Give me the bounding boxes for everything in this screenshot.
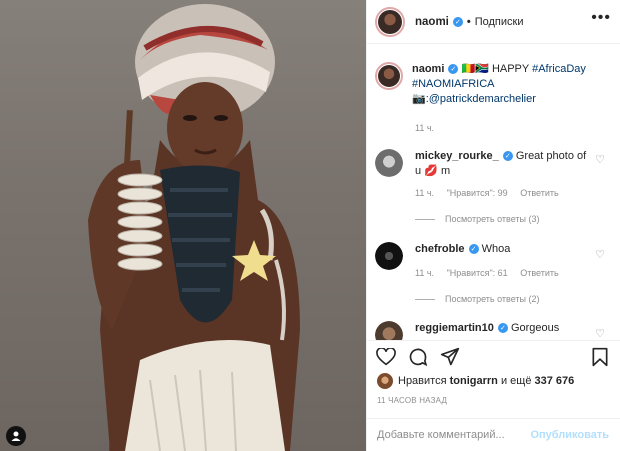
following-button[interactable]: Подписки (475, 16, 524, 28)
comment-meta: 11 ч. "Нравится": 61 Ответить (415, 268, 569, 278)
comment-item: chefroble ✓ Whoa (375, 242, 595, 270)
caption-time: 11 ч. (415, 123, 435, 133)
comment-like-count[interactable]: "Нравится": 99 (447, 188, 508, 198)
view-replies-button[interactable]: Посмотреть ответы (3) (415, 214, 540, 224)
more-options-icon[interactable]: ••• (591, 10, 611, 26)
likes-summary[interactable]: Нравится tonigarrn и ещё 337 676 (377, 373, 574, 389)
comment-item: mickey_rourke_ ✓ Great photo of u 💋 m (375, 149, 595, 179)
camera-emoji: 📷 (412, 93, 426, 105)
add-comment-bar: Опубликовать (367, 418, 620, 451)
comment-time: 11 ч. (415, 188, 435, 198)
post-timestamp[interactable]: 11 ЧАСОВ НАЗАД (377, 396, 447, 405)
likes-count[interactable]: 337 676 (535, 375, 575, 387)
author-avatar[interactable] (375, 6, 405, 37)
comment-text-end: m (440, 165, 451, 177)
commenter-avatar[interactable] (375, 149, 403, 177)
like-heart-icon[interactable] (375, 346, 397, 368)
post-header: naomi ✓ • Подписки ••• (367, 0, 620, 44)
hashtag-naomiafrica[interactable]: #NAOMIAFRICA (412, 78, 495, 90)
like-comment-icon[interactable]: ♡ (595, 153, 605, 166)
photographer-mention[interactable]: :@patrickdemarchelier (426, 93, 536, 105)
post-photo[interactable] (0, 0, 366, 451)
photo-illustration (88, 4, 300, 451)
comment-meta: 11 ч. "Нравится": 99 Ответить (415, 188, 569, 198)
verified-icon: ✓ (452, 16, 463, 27)
comments-list[interactable]: naomi ✓ 🇲🇱🇿🇦 HAPPY #AfricaDay #NAOMIAFRIC… (367, 45, 620, 340)
comment-like-count[interactable]: "Нравится": 61 (447, 268, 508, 278)
verified-icon: ✓ (448, 64, 459, 75)
author-username[interactable]: naomi (415, 16, 449, 28)
commenter-avatar[interactable] (375, 242, 403, 270)
liker-username[interactable]: tonigarrn (450, 375, 498, 387)
post-sidebar: naomi ✓ • Подписки ••• naomi ✓ 🇲🇱🇿🇦 HAPPY… (366, 0, 620, 451)
like-comment-icon[interactable]: ♡ (595, 327, 605, 340)
likes-suffix: и ещё (500, 375, 532, 387)
verified-icon: ✓ (497, 323, 508, 334)
separator-dot: • (466, 15, 471, 28)
lips-emoji: 💋 (424, 165, 438, 177)
reply-button[interactable]: Ответить (520, 268, 558, 278)
like-comment-icon[interactable]: ♡ (595, 248, 605, 261)
publish-button[interactable]: Опубликовать (530, 429, 609, 441)
save-bookmark-icon[interactable] (589, 346, 611, 368)
liker-avatar (377, 373, 393, 389)
reply-button[interactable]: Ответить (520, 188, 558, 198)
verified-icon: ✓ (502, 151, 513, 162)
comment-text: Whoa (481, 243, 511, 255)
action-bar (367, 340, 620, 372)
comment-time: 11 ч. (415, 268, 435, 278)
commenter-avatar[interactable] (375, 321, 403, 340)
share-icon[interactable] (439, 346, 461, 368)
comment-text: Gorgeous (510, 322, 560, 334)
view-replies-button[interactable]: Посмотреть ответы (2) (415, 294, 540, 304)
tagged-user-icon[interactable] (6, 426, 26, 446)
comment-item: reggiemartin10 ✓ Gorgeous (375, 321, 595, 340)
caption-avatar[interactable] (375, 62, 403, 90)
hashtag-africaday[interactable]: #AfricaDay (532, 63, 586, 75)
caption-flags-emoji: 🇲🇱🇿🇦 (461, 63, 489, 75)
caption-text: HAPPY (491, 63, 530, 75)
caption: naomi ✓ 🇲🇱🇿🇦 HAPPY #AfricaDay #NAOMIAFRIC… (375, 62, 592, 107)
comment-username[interactable]: reggiemartin10 (415, 322, 494, 334)
caption-username[interactable]: naomi (412, 63, 444, 75)
likes-prefix: Нравится (398, 375, 447, 387)
verified-icon: ✓ (468, 244, 479, 255)
comment-username[interactable]: chefroble (415, 243, 465, 255)
comment-icon[interactable] (407, 346, 429, 368)
comment-username[interactable]: mickey_rourke_ (415, 150, 499, 162)
comment-input[interactable] (377, 429, 531, 441)
